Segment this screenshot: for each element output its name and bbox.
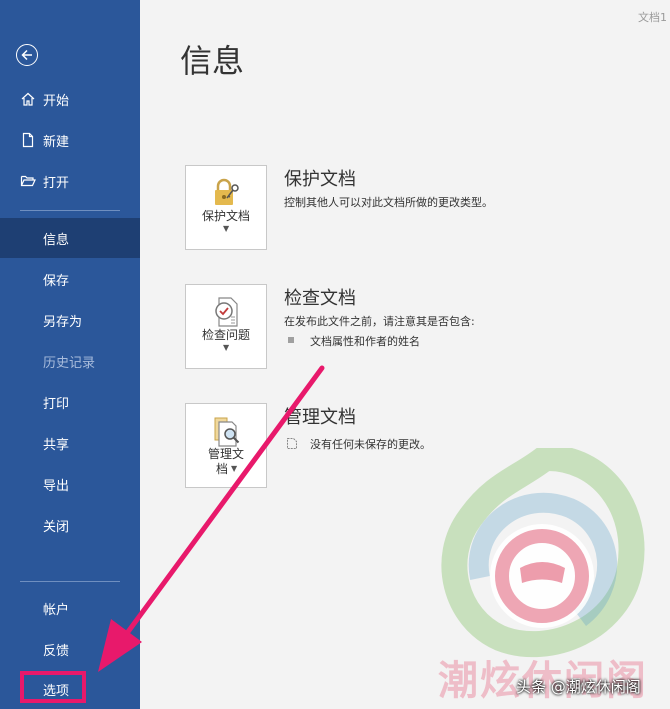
chevron-down-icon: ▼	[223, 343, 230, 352]
manage-versions-icon	[214, 417, 240, 447]
manage-document-button-label-2: 档	[215, 462, 228, 476]
sidebar-item-close[interactable]: 关闭	[0, 505, 140, 545]
manage-document-desc: 没有任何未保存的更改。	[310, 438, 431, 451]
sidebar-item-label: 保存	[43, 273, 70, 289]
chevron-down-icon: ▼	[223, 224, 230, 233]
protect-document-desc: 控制其他人可以对此文档所做的更改类型。	[284, 196, 493, 209]
manage-document-title: 管理文档	[284, 407, 356, 428]
check-issues-button-label: 检查问题	[201, 328, 250, 342]
sidebar-item-label: 开始	[43, 93, 70, 109]
sidebar-item-history: 历史记录	[0, 341, 140, 381]
protect-document-button-label: 保护文档	[201, 209, 250, 223]
sidebar-divider	[20, 581, 120, 582]
document-status-icon	[287, 438, 297, 449]
sidebar-item-new[interactable]: 新建	[0, 120, 140, 160]
options-highlight-box	[20, 671, 86, 703]
folder-open-icon	[20, 175, 36, 187]
sidebar-item-print[interactable]: 打印	[0, 382, 140, 422]
sidebar-item-label: 另存为	[43, 314, 83, 330]
check-issues-button[interactable]: 检查问题 ▼	[185, 284, 267, 369]
sidebar-item-label: 共享	[43, 437, 70, 453]
sidebar-item-label: 帐户	[43, 602, 70, 618]
home-icon	[21, 92, 35, 106]
protect-document-button[interactable]: 保护文档 ▼	[185, 165, 267, 250]
bullet-icon	[288, 337, 294, 343]
source-tag: 头条 @潮炫休闲阁	[516, 678, 641, 696]
protect-document-title: 保护文档	[284, 169, 356, 190]
new-document-icon	[22, 132, 34, 148]
manage-document-button[interactable]: 管理文 档 ▼	[185, 403, 267, 488]
page-title: 信息	[180, 42, 245, 80]
sidebar-item-label: 打开	[43, 175, 70, 191]
sidebar-item-label: 新建	[43, 134, 70, 150]
sidebar-item-label: 导出	[43, 478, 70, 494]
manage-document-button-label: 管理文	[207, 447, 244, 461]
inspect-document-icon	[215, 297, 238, 327]
sidebar-item-label: 信息	[43, 232, 70, 248]
sidebar-item-open[interactable]: 打开	[0, 161, 140, 201]
sidebar-divider	[20, 210, 120, 211]
sidebar-item-share[interactable]: 共享	[0, 423, 140, 463]
back-arrow-icon[interactable]	[16, 44, 38, 66]
sidebar-item-home[interactable]: 开始	[0, 79, 140, 119]
watermark-logo	[441, 448, 645, 658]
sidebar-item-label: 打印	[43, 396, 70, 412]
inspect-document-desc: 在发布此文件之前，请注意其是否包含:	[284, 315, 475, 328]
sidebar-item-info[interactable]: 信息	[0, 218, 140, 258]
sidebar-item-save[interactable]: 保存	[0, 259, 140, 299]
sidebar-item-feedback[interactable]: 反馈	[0, 629, 140, 669]
sidebar-item-account[interactable]: 帐户	[0, 588, 140, 628]
inspect-document-title: 检查文档	[284, 288, 356, 309]
sidebar-item-label: 反馈	[43, 643, 70, 659]
sidebar-item-label: 关闭	[43, 519, 70, 535]
inspect-document-bullet: 文档属性和作者的姓名	[310, 335, 420, 348]
lock-key-icon	[215, 178, 239, 205]
backstage-sidebar: 开始 新建 打开 信息 保存 另存为 历史记录 打印 共享 导出 关闭 帐户 反…	[0, 0, 140, 709]
sidebar-item-save-as[interactable]: 另存为	[0, 300, 140, 340]
sidebar-item-export[interactable]: 导出	[0, 464, 140, 504]
chevron-down-icon: ▼	[231, 464, 238, 473]
document-title: 文档1	[638, 11, 667, 24]
sidebar-item-label: 历史记录	[43, 355, 96, 371]
